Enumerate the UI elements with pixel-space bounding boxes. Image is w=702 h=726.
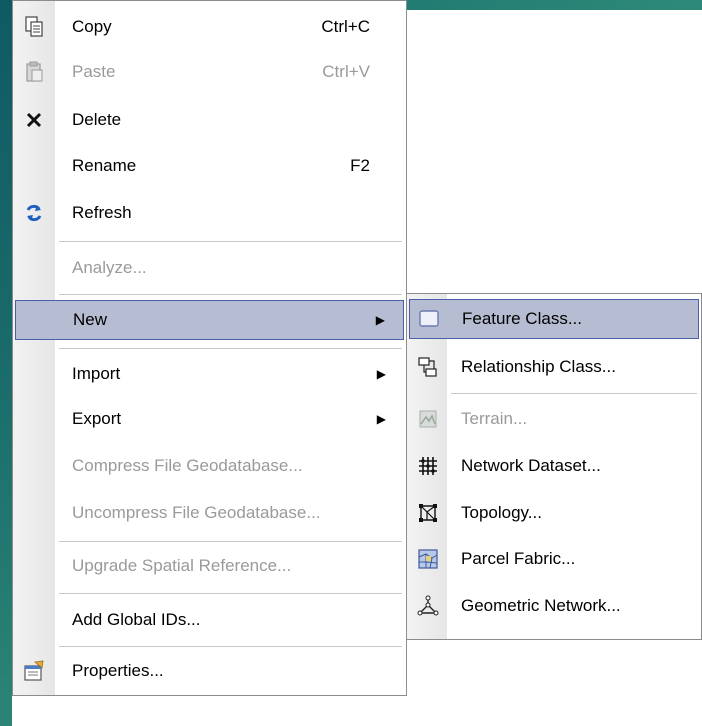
- menu-item-upgrade-spatial-reference[interactable]: Upgrade Spatial Reference...: [15, 546, 404, 586]
- submenu-item-relationship-class[interactable]: Relationship Class...: [409, 347, 699, 387]
- submenu-item-geometric-network[interactable]: Geometric Network...: [409, 586, 699, 626]
- submenu-arrow-icon: ▶: [376, 412, 386, 426]
- parcel-fabric-icon: [411, 539, 445, 579]
- menu-item-label: Relationship Class...: [461, 357, 616, 376]
- menu-item-label: Copy: [72, 17, 112, 36]
- menu-item-label: Compress File Geodatabase...: [72, 456, 303, 475]
- menu-item-uncompress-file-geodatabase[interactable]: Uncompress File Geodatabase...: [15, 493, 404, 533]
- menu-item-rename[interactable]: Rename F2: [15, 146, 404, 186]
- menu-item-label: Terrain...: [461, 409, 528, 428]
- copy-icon: [17, 7, 51, 47]
- menu-item-export[interactable]: Export ▶: [15, 399, 404, 439]
- menu-item-label: Add Global IDs...: [72, 610, 201, 629]
- menu-item-new[interactable]: New ▶: [15, 300, 404, 340]
- desktop-background-left: [0, 0, 12, 726]
- submenu-arrow-icon: ▶: [376, 367, 386, 381]
- menu-item-properties[interactable]: Properties...: [15, 651, 404, 691]
- menu-item-label: Export: [72, 409, 122, 428]
- menu-item-label: Analyze...: [72, 258, 147, 277]
- new-submenu: Feature Class... Relationship Class... T…: [406, 293, 702, 640]
- menu-item-label: Topology...: [461, 503, 542, 522]
- properties-icon: [17, 651, 51, 691]
- menu-item-label: Feature Class...: [462, 309, 582, 328]
- menu-separator: [451, 393, 697, 394]
- menu-item-delete[interactable]: Delete: [15, 100, 404, 140]
- menu-item-label: Network Dataset...: [461, 456, 601, 475]
- submenu-item-network-dataset[interactable]: Network Dataset...: [409, 446, 699, 486]
- submenu-item-feature-class[interactable]: Feature Class...: [409, 299, 699, 339]
- menu-item-label: Properties...: [72, 661, 164, 680]
- refresh-icon: [17, 193, 51, 233]
- menu-item-add-global-ids[interactable]: Add Global IDs...: [15, 600, 404, 640]
- submenu-item-terrain[interactable]: Terrain...: [409, 399, 699, 439]
- menu-separator: [59, 541, 402, 542]
- relationship-class-icon: [411, 347, 445, 387]
- network-dataset-icon: [411, 446, 445, 486]
- submenu-item-topology[interactable]: Topology...: [409, 493, 699, 533]
- menu-item-label: Paste: [72, 62, 116, 81]
- menu-item-refresh[interactable]: Refresh: [15, 193, 404, 233]
- context-menu: Copy Ctrl+C Paste Ctrl+V Delete Rename F…: [12, 0, 407, 696]
- menu-item-analyze[interactable]: Analyze...: [15, 248, 404, 288]
- menu-item-compress-file-geodatabase[interactable]: Compress File Geodatabase...: [15, 446, 404, 486]
- menu-separator: [59, 241, 402, 242]
- menu-item-label: Geometric Network...: [461, 596, 621, 615]
- menu-item-label: Uncompress File Geodatabase...: [72, 503, 321, 522]
- menu-item-label: Delete: [72, 110, 122, 129]
- menu-separator: [59, 348, 402, 349]
- menu-item-shortcut: Ctrl+C: [321, 17, 370, 36]
- menu-separator: [59, 294, 402, 295]
- paste-icon: [17, 52, 51, 92]
- terrain-icon: [411, 399, 445, 439]
- menu-separator: [59, 646, 402, 647]
- menu-item-label: Rename: [72, 156, 137, 175]
- submenu-item-parcel-fabric[interactable]: Parcel Fabric...: [409, 539, 699, 579]
- geometric-network-icon: [411, 586, 445, 626]
- menu-item-shortcut: Ctrl+V: [322, 62, 370, 81]
- menu-item-label: New: [73, 310, 108, 329]
- feature-class-icon: [412, 300, 446, 338]
- menu-item-import[interactable]: Import ▶: [15, 354, 404, 394]
- menu-item-label: Refresh: [72, 203, 132, 222]
- menu-item-label: Upgrade Spatial Reference...: [72, 556, 292, 575]
- menu-separator: [59, 593, 402, 594]
- submenu-arrow-icon: ▶: [375, 313, 385, 327]
- menu-item-shortcut: F2: [350, 156, 370, 175]
- menu-item-paste[interactable]: Paste Ctrl+V: [15, 52, 404, 92]
- menu-item-label: Parcel Fabric...: [461, 549, 576, 568]
- delete-icon: [17, 100, 51, 140]
- menu-item-label: Import: [72, 364, 121, 383]
- topology-icon: [411, 493, 445, 533]
- menu-item-copy[interactable]: Copy Ctrl+C: [15, 7, 404, 47]
